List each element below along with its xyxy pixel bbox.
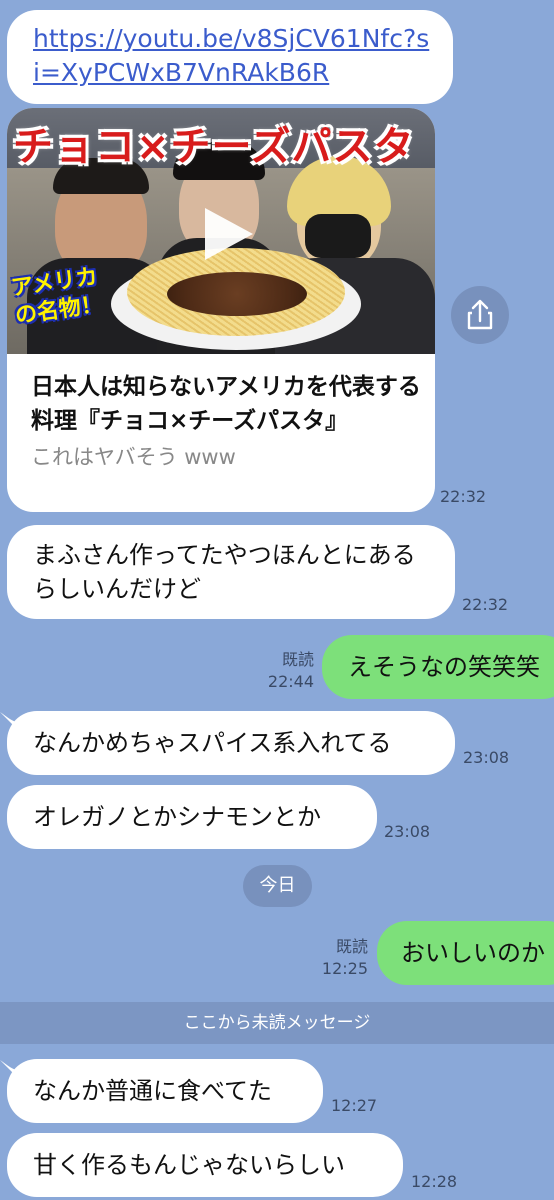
message-time-1: 22:32	[462, 595, 509, 614]
link-message-bubble[interactable]: https://youtu.be/v8SjCV61Nfc?si=XyPCWxB7…	[7, 10, 453, 104]
chat-timeline[interactable]: https://youtu.be/v8SjCV61Nfc?si=XyPCWxB7…	[0, 0, 554, 1200]
message-bubble-4[interactable]: オレガノとかシナモンとか	[7, 785, 377, 849]
play-icon[interactable]	[197, 204, 257, 264]
date-separator: 今日	[243, 865, 312, 907]
thumbnail-title: チョコ×チーズパスタ	[13, 124, 415, 170]
pasta-sauce	[167, 272, 307, 316]
video-card-time: 22:32	[440, 487, 487, 506]
unread-separator: ここから未読メッセージ	[0, 1002, 554, 1044]
message-text-5: おいしいのか	[401, 939, 545, 967]
video-title: 日本人は知らないアメリカを代表する料理『チョコ×チーズパスタ』	[31, 374, 421, 434]
message-time-3: 23:08	[463, 748, 510, 767]
message-time-6: 12:27	[331, 1096, 378, 1115]
message-bubble-7[interactable]: 甘く作るもんじゃないらしい	[7, 1133, 403, 1197]
message-text-7: 甘く作るもんじゃないらしい	[33, 1151, 345, 1179]
message-time-4: 23:08	[384, 822, 431, 841]
read-receipt-5: 既読	[335, 937, 368, 956]
message-bubble-6[interactable]: なんか普通に食べてた	[7, 1059, 323, 1123]
message-text-6: なんか普通に食べてた	[33, 1077, 273, 1105]
share-button[interactable]	[451, 286, 509, 344]
youtube-link[interactable]: https://youtu.be/v8SjCV61Nfc?si=XyPCWxB7…	[33, 24, 429, 87]
message-bubble-1[interactable]: まふさん作ってたやつほんとにあるらしいんだけど	[7, 525, 455, 619]
person-right-mask	[305, 214, 371, 258]
read-receipt-2: 既読	[281, 650, 314, 669]
share-icon	[467, 299, 493, 330]
message-time-5: 12:25	[321, 959, 368, 978]
message-text-4: オレガノとかシナモンとか	[33, 803, 321, 831]
message-bubble-3[interactable]: なんかめちゃスパイス系入れてる	[7, 711, 455, 775]
message-bubble-2[interactable]: えそうなの笑笑笑	[322, 635, 554, 699]
video-description: これはヤバそう www	[31, 445, 236, 469]
message-time-7: 12:28	[411, 1172, 458, 1191]
message-text-2: えそうなの笑笑笑	[348, 653, 540, 681]
message-text-3: なんかめちゃスパイス系入れてる	[33, 729, 392, 757]
message-bubble-5[interactable]: おいしいのか	[377, 921, 554, 985]
video-preview-card[interactable]: チョコ×チーズパスタ アメリカの名物！ 日本人は知らないアメリカを代表する料理『…	[7, 108, 435, 512]
video-thumbnail[interactable]: チョコ×チーズパスタ アメリカの名物！	[7, 108, 435, 354]
message-time-2: 22:44	[267, 672, 314, 691]
message-text-1: まふさん作ってたやつほんとにあるらしいんだけど	[33, 541, 416, 603]
